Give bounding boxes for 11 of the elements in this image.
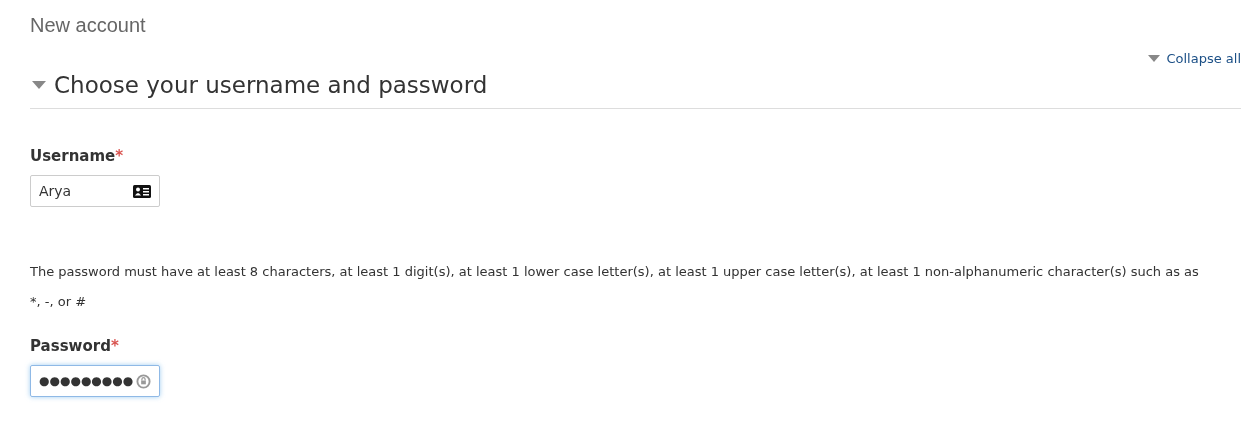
username-field[interactable]: Arya [30, 175, 160, 207]
section-title: Choose your username and password [54, 72, 488, 98]
field-label: Username* [30, 147, 125, 165]
password-field[interactable]: ●●●●●●●●● [30, 365, 160, 397]
password-policy-text: The password must have at least 8 characters, at least 1 digit(s), at least 1 lower case letter(s), at least 1 upper case letter(s), at least 1 non-alphanumeric character(s) such as as *, -, or # [30, 263, 1200, 311]
field-label: Password* [30, 337, 120, 355]
collapse-all-link[interactable]: Collapse all [1148, 51, 1241, 66]
page-title: New account [30, 14, 147, 37]
contact-card-icon [133, 184, 151, 198]
caret-icon [1148, 55, 1161, 62]
caret-icon[interactable] [32, 81, 46, 89]
